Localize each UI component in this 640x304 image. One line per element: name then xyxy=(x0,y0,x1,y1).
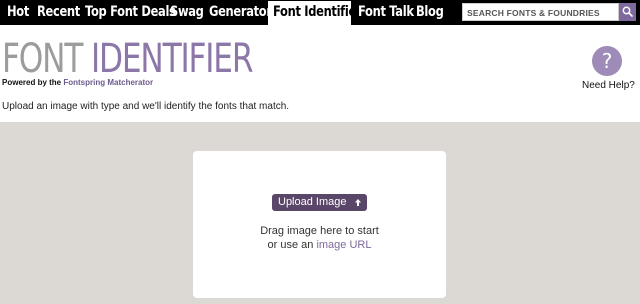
nav-item-font-identifier[interactable]: Font Identifier xyxy=(273,0,362,25)
page-title-font: FONT xyxy=(2,36,83,82)
matcherator-link[interactable]: Fontspring Matcherator xyxy=(63,78,153,87)
url-instruction: or use an image URL xyxy=(193,238,446,252)
powered-by-line: Powered by the Fontspring Matcherator xyxy=(2,78,153,87)
search-button[interactable] xyxy=(619,3,636,21)
need-help-link[interactable]: Need Help? xyxy=(582,80,635,91)
top-navigation-bar: Hot Recent Top Font Deals Swag Generator… xyxy=(0,0,640,25)
powered-by-prefix: Powered by the xyxy=(2,78,62,87)
nav-item-recent[interactable]: Recent xyxy=(37,0,80,25)
search-box xyxy=(462,3,619,21)
image-url-link[interactable]: image URL xyxy=(316,239,371,251)
help-icon[interactable]: ? xyxy=(592,46,622,76)
intro-text: Upload an image with type and we'll iden… xyxy=(2,101,290,112)
search-input[interactable] xyxy=(467,6,617,20)
nav-item-swag[interactable]: Swag xyxy=(170,0,204,25)
upload-image-button[interactable]: Upload Image xyxy=(272,194,367,211)
page-title-identifier: IDENTIFIER xyxy=(90,36,254,82)
upload-button-label: Upload Image xyxy=(278,196,347,208)
nav-item-hot[interactable]: Hot xyxy=(7,0,29,25)
up-arrow-icon xyxy=(355,199,361,206)
url-instruction-prefix: or use an xyxy=(267,239,317,251)
nav-item-blog[interactable]: Blog xyxy=(416,0,444,25)
page-title: FONT IDENTIFIER xyxy=(2,36,254,82)
nav-item-font-talk[interactable]: Font Talk xyxy=(358,0,414,25)
drag-instruction: Drag image here to start xyxy=(260,225,379,237)
nav-item-generator[interactable]: Generator xyxy=(209,0,272,25)
nav-item-top-font-deals[interactable]: Top Font Deals xyxy=(85,0,176,25)
search-icon xyxy=(622,6,633,17)
